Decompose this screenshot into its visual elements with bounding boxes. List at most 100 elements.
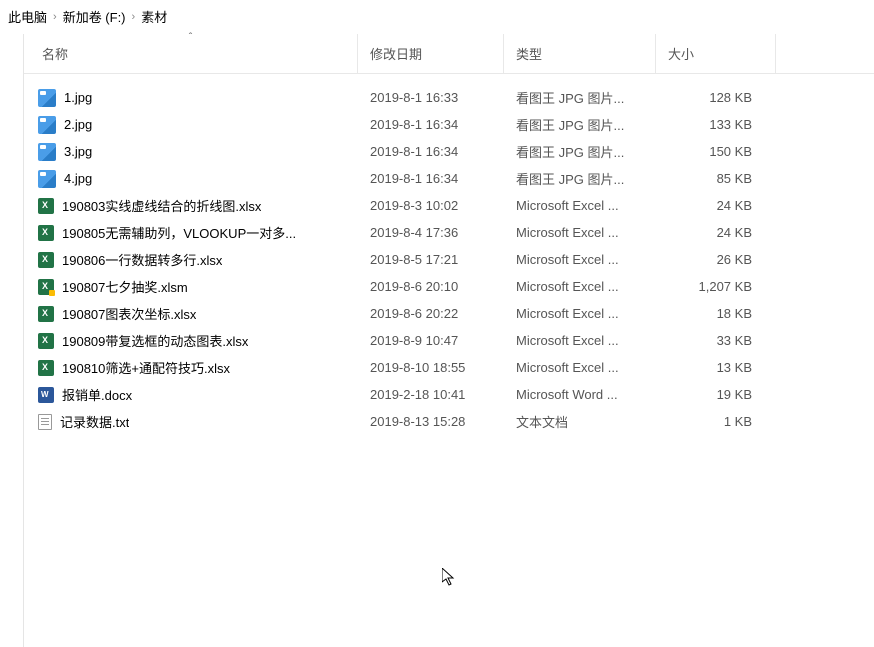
file-size-cell: 24 KB	[656, 198, 776, 213]
file-row[interactable]: 2.jpg 2019-8-1 16:34看图王 JPG 图片...133 KB	[24, 111, 874, 138]
txt-file-icon	[38, 414, 52, 430]
file-size-cell: 150 KB	[656, 144, 776, 159]
file-date-cell: 2019-8-9 10:47	[358, 333, 504, 348]
xlsm-file-icon	[38, 279, 54, 295]
column-header-name[interactable]: ˆ 名称	[24, 34, 358, 73]
xlsx-file-icon	[38, 252, 54, 268]
column-header-size[interactable]: 大小	[656, 34, 776, 73]
chevron-right-icon: ›	[53, 11, 57, 23]
file-name-cell: 报销单.docx	[24, 385, 358, 404]
file-size-cell: 128 KB	[656, 90, 776, 105]
file-name-label: 3.jpg	[64, 144, 92, 159]
file-name-label: 记录数据.txt	[60, 412, 129, 431]
file-date-cell: 2019-8-5 17:21	[358, 252, 504, 267]
file-name-label: 2.jpg	[64, 117, 92, 132]
file-name-label: 190810筛选+通配符技巧.xlsx	[62, 358, 230, 377]
column-header-name-label: 名称	[42, 44, 68, 63]
file-name-label: 190805无需辅助列，VLOOKUP一对多...	[62, 223, 296, 242]
file-date-cell: 2019-2-18 10:41	[358, 387, 504, 402]
file-size-cell: 133 KB	[656, 117, 776, 132]
breadcrumb-item[interactable]: 素材	[141, 7, 167, 26]
file-name-cell: 190807七夕抽奖.xlsm	[24, 277, 358, 296]
file-date-cell: 2019-8-1 16:34	[358, 171, 504, 186]
file-type-cell: Microsoft Excel ...	[504, 225, 656, 240]
file-type-cell: Microsoft Excel ...	[504, 279, 656, 294]
file-date-cell: 2019-8-6 20:10	[358, 279, 504, 294]
file-type-cell: 文本文档	[504, 412, 656, 431]
file-name-label: 190809带复选框的动态图表.xlsx	[62, 331, 248, 350]
file-type-cell: 看图王 JPG 图片...	[504, 142, 656, 161]
file-type-cell: Microsoft Excel ...	[504, 360, 656, 375]
file-name-cell: 1.jpg	[24, 89, 358, 107]
file-date-cell: 2019-8-1 16:34	[358, 144, 504, 159]
file-row[interactable]: 190807七夕抽奖.xlsm 2019-8-6 20:10Microsoft E…	[24, 273, 874, 300]
file-row[interactable]: 190807图表次坐标.xlsx 2019-8-6 20:22Microsoft …	[24, 300, 874, 327]
file-type-cell: 看图王 JPG 图片...	[504, 115, 656, 134]
file-name-cell: 190805无需辅助列，VLOOKUP一对多...	[24, 223, 358, 242]
file-row[interactable]: 记录数据.txt2019-8-13 15:28文本文档1 KB	[24, 408, 874, 435]
file-row[interactable]: 190806一行数据转多行.xlsx 2019-8-5 17:21Microsof…	[24, 246, 874, 273]
file-name-label: 报销单.docx	[62, 385, 132, 404]
file-row[interactable]: 190805无需辅助列，VLOOKUP一对多... 2019-8-4 17:36M…	[24, 219, 874, 246]
file-type-cell: Microsoft Excel ...	[504, 333, 656, 348]
file-row[interactable]: 1.jpg2019-8-1 16:33看图王 JPG 图片...128 KB	[24, 84, 874, 111]
file-name-cell: 190806一行数据转多行.xlsx	[24, 250, 358, 269]
file-type-cell: Microsoft Word ...	[504, 387, 656, 402]
xlsx-file-icon	[38, 306, 54, 322]
jpg-file-icon	[38, 143, 56, 161]
file-size-cell: 19 KB	[656, 387, 776, 402]
file-name-cell: 190809带复选框的动态图表.xlsx	[24, 331, 358, 350]
file-date-cell: 2019-8-4 17:36	[358, 225, 504, 240]
file-size-cell: 18 KB	[656, 306, 776, 321]
file-name-label: 190806一行数据转多行.xlsx	[62, 250, 222, 269]
file-name-label: 190807图表次坐标.xlsx	[62, 304, 196, 323]
column-header-size-label: 大小	[668, 44, 694, 63]
file-name-label: 4.jpg	[64, 171, 92, 186]
jpg-file-icon	[38, 116, 56, 134]
sidebar-nav	[0, 34, 24, 647]
breadcrumb[interactable]: 此电脑 › 新加卷 (F:) › 素材	[0, 0, 874, 34]
file-name-cell: 190807图表次坐标.xlsx	[24, 304, 358, 323]
file-date-cell: 2019-8-1 16:34	[358, 117, 504, 132]
file-name-cell: 3.jpg	[24, 143, 358, 161]
xlsx-file-icon	[38, 360, 54, 376]
file-size-cell: 13 KB	[656, 360, 776, 375]
file-type-cell: Microsoft Excel ...	[504, 252, 656, 267]
file-size-cell: 1,207 KB	[656, 279, 776, 294]
file-type-cell: 看图王 JPG 图片...	[504, 169, 656, 188]
xlsx-file-icon	[38, 198, 54, 214]
column-header-type[interactable]: 类型	[504, 34, 656, 73]
jpg-file-icon	[38, 89, 56, 107]
file-row[interactable]: 4.jpg 2019-8-1 16:34看图王 JPG 图片...85 KB	[24, 165, 874, 192]
file-row[interactable]: 3.jpg 2019-8-1 16:34看图王 JPG 图片...150 KB	[24, 138, 874, 165]
file-date-cell: 2019-8-6 20:22	[358, 306, 504, 321]
chevron-right-icon: ›	[132, 11, 136, 23]
column-header-type-label: 类型	[516, 44, 542, 63]
file-row[interactable]: 报销单.docx 2019-2-18 10:41Microsoft Word ..…	[24, 381, 874, 408]
file-list: 1.jpg2019-8-1 16:33看图王 JPG 图片...128 KB2.…	[24, 74, 874, 435]
file-size-cell: 26 KB	[656, 252, 776, 267]
file-name-cell: 记录数据.txt	[24, 412, 358, 431]
file-size-cell: 85 KB	[656, 171, 776, 186]
file-date-cell: 2019-8-10 18:55	[358, 360, 504, 375]
breadcrumb-item[interactable]: 此电脑	[8, 7, 47, 26]
file-row[interactable]: 190809带复选框的动态图表.xlsx 2019-8-9 10:47Micros…	[24, 327, 874, 354]
file-size-cell: 24 KB	[656, 225, 776, 240]
file-size-cell: 33 KB	[656, 333, 776, 348]
file-name-cell: 2.jpg	[24, 116, 358, 134]
breadcrumb-item[interactable]: 新加卷 (F:)	[63, 7, 126, 26]
sort-ascending-icon: ˆ	[189, 32, 192, 43]
file-date-cell: 2019-8-13 15:28	[358, 414, 504, 429]
file-name-cell: 190810筛选+通配符技巧.xlsx	[24, 358, 358, 377]
file-type-cell: 看图王 JPG 图片...	[504, 88, 656, 107]
xlsx-file-icon	[38, 225, 54, 241]
file-row[interactable]: 190810筛选+通配符技巧.xlsx 2019-8-10 18:55Micros…	[24, 354, 874, 381]
file-explorer-main: ˆ 名称 修改日期 类型 大小 1.jpg2019-8-1 16:33看图王 J…	[24, 34, 874, 647]
file-type-cell: Microsoft Excel ...	[504, 306, 656, 321]
file-name-cell: 4.jpg	[24, 170, 358, 188]
column-header-date[interactable]: 修改日期	[358, 34, 504, 73]
xlsx-file-icon	[38, 333, 54, 349]
jpg-file-icon	[38, 170, 56, 188]
file-row[interactable]: 190803实线虚线结合的折线图.xlsx2019-8-3 10:02Micro…	[24, 192, 874, 219]
file-name-label: 190807七夕抽奖.xlsm	[62, 277, 188, 296]
